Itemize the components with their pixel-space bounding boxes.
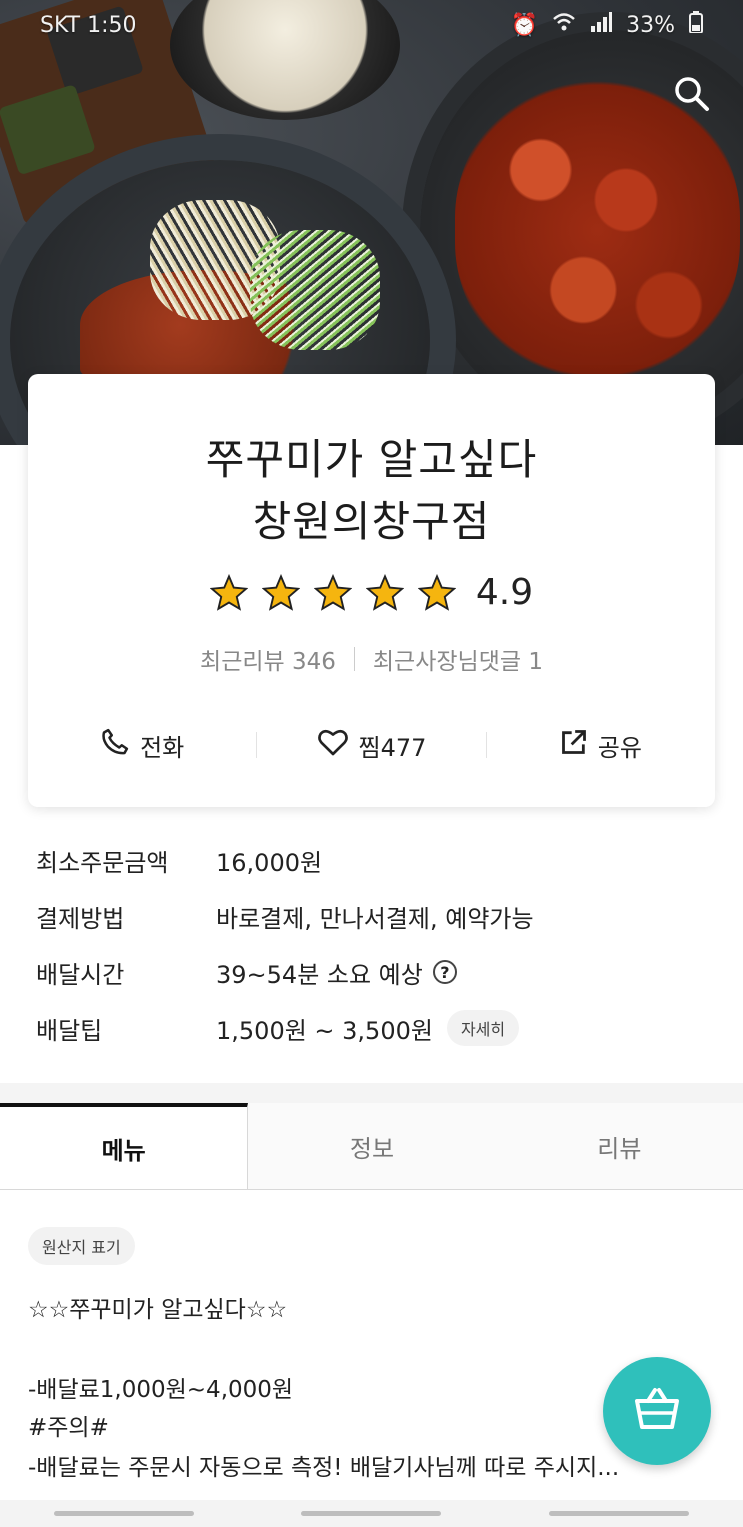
status-bar: SKT 1:50 ⏰ 33%: [0, 0, 743, 50]
delivery-tip-detail-button[interactable]: 자세히: [446, 1010, 520, 1046]
action-bar: 전화 찜477 공유: [28, 720, 715, 770]
delivery-tip-label: 배달팁: [36, 1016, 103, 1045]
star-icon: [417, 573, 456, 611]
origin-label-button[interactable]: 원산지 표기: [28, 1227, 135, 1265]
notice-line-1: ☆☆쭈꾸미가 알고싶다☆☆: [28, 1297, 288, 1323]
delivery-time-value-wrap: 39~54분 소요 예상 ?: [216, 955, 457, 990]
delivery-tip-value-wrap: 1,500원 ~ 3,500원 자세히: [216, 1010, 520, 1046]
store-info-card: 쭈꾸미가 알고싶다 창원의창구점 4.9 최근리뷰 346 최근사장님댓글 1 …: [28, 374, 715, 807]
min-order-label: 최소주문금액: [36, 848, 169, 877]
store-name-line1: 쭈꾸미가 알고싶다: [205, 435, 538, 484]
basket-icon: [633, 1387, 681, 1435]
search-button[interactable]: [668, 72, 716, 120]
rating-row: 4.9: [28, 572, 715, 613]
green-onions: [250, 230, 380, 350]
star-icon: [209, 573, 248, 611]
signal-icon: [590, 12, 613, 38]
nav-recent-button[interactable]: [53, 1511, 194, 1516]
question-circle-icon[interactable]: ?: [432, 960, 457, 984]
min-order-value: 16,000원: [216, 848, 323, 877]
payment-label: 결제방법: [36, 904, 125, 933]
share-icon: [560, 728, 588, 762]
favorite-label: 찜477: [358, 733, 427, 762]
delivery-time-value: 39~54분 소요 예상: [216, 960, 423, 989]
owner-reply-count[interactable]: 최근사장님댓글 1: [373, 642, 543, 676]
nav-home-button[interactable]: [301, 1511, 442, 1516]
battery-icon: [689, 11, 703, 39]
store-name-line2: 창원의창구점: [252, 497, 491, 546]
share-button[interactable]: 공유: [487, 728, 715, 763]
rating-value: 4.9: [475, 572, 534, 613]
section-divider: [0, 1083, 743, 1103]
share-label: 공유: [597, 733, 642, 762]
alarm-icon: ⏰: [510, 12, 539, 38]
spicy-octopus-dish: [455, 80, 740, 380]
delivery-time-label: 배달시간: [36, 960, 125, 989]
call-label: 전화: [140, 733, 185, 762]
review-summary: 최근리뷰 346 최근사장님댓글 1: [28, 642, 715, 676]
star-icon: [365, 573, 404, 611]
tab-menu[interactable]: 메뉴: [0, 1103, 249, 1189]
phone-icon: [100, 727, 130, 763]
tab-review[interactable]: 리뷰: [496, 1103, 743, 1189]
cart-button[interactable]: [603, 1357, 711, 1465]
wifi-icon: [552, 12, 576, 38]
tab-bar: 메뉴 정보 리뷰: [0, 1103, 743, 1190]
tab-info[interactable]: 정보: [248, 1103, 495, 1189]
divider: [353, 647, 355, 671]
battery-level: 33%: [626, 12, 675, 38]
notice-line-4: -배달료는 주문시 자동으로 측정! 배달기사님께 따로 주시지...: [28, 1455, 620, 1481]
heart-icon: [317, 727, 349, 763]
payment-value: 바로결제, 만나서결제, 예약가능: [216, 904, 534, 933]
star-icon: [313, 573, 352, 611]
star-icon: [261, 573, 300, 611]
nav-back-button[interactable]: [549, 1511, 690, 1516]
search-icon: [672, 74, 712, 118]
carrier-time: SKT 1:50: [40, 12, 137, 38]
favorite-button[interactable]: 찜477: [257, 727, 485, 763]
recent-review-count[interactable]: 최근리뷰 346: [200, 642, 336, 676]
call-button[interactable]: 전화: [28, 727, 256, 763]
delivery-tip-value: 1,500원 ~ 3,500원: [216, 1016, 433, 1045]
system-nav-bar: [0, 1500, 743, 1527]
